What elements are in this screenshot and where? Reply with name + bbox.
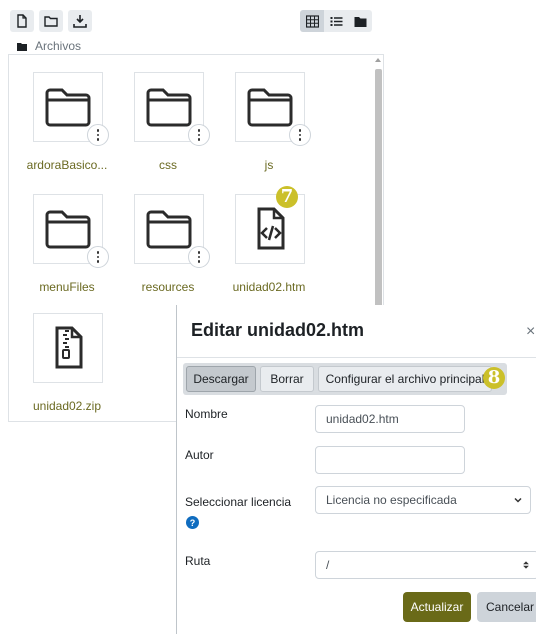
more-options-button[interactable] — [87, 246, 109, 268]
folder-icon — [45, 88, 91, 127]
folder-icon — [17, 42, 27, 51]
view-switcher — [300, 10, 372, 32]
license-select[interactable]: Licencia no especificada — [315, 486, 531, 514]
license-label: Seleccionar licencia — [185, 495, 292, 509]
file-name[interactable]: ardoraBasico... — [9, 158, 125, 172]
new-file-button[interactable] — [10, 10, 34, 32]
scroll-up-icon[interactable] — [375, 58, 381, 62]
cancel-button[interactable]: Cancelar — [477, 592, 536, 622]
zip-file-icon — [55, 326, 83, 369]
tree-view-icon — [354, 16, 366, 27]
edit-file-dialog: Editar unidad02.htm × Descargar Borrar C… — [176, 305, 536, 634]
file-manager-toolbar — [10, 10, 92, 32]
name-label: Nombre — [185, 407, 228, 421]
download-button[interactable] — [68, 10, 92, 32]
download-icon — [73, 15, 87, 28]
new-folder-icon — [44, 16, 58, 27]
folder-icon — [146, 88, 192, 127]
name-field[interactable]: unidad02.htm — [315, 405, 465, 433]
file-name[interactable]: resources — [110, 280, 226, 294]
path-label: Ruta — [185, 554, 211, 568]
new-file-icon — [17, 14, 27, 28]
grid-view-button[interactable] — [300, 10, 324, 32]
list-view-button[interactable] — [324, 10, 348, 32]
file-name[interactable]: menuFiles — [9, 280, 125, 294]
help-icon[interactable]: ? — [186, 516, 199, 529]
list-view-icon — [330, 16, 342, 26]
step-badge-7: 7 — [276, 186, 298, 208]
breadcrumb: Archivos — [17, 39, 81, 53]
download-button[interactable]: Descargar — [186, 366, 256, 392]
path-selected-value: / — [326, 558, 330, 572]
step-badge-8: 8 — [483, 367, 505, 389]
file-name[interactable]: unidad02.zip — [9, 399, 125, 413]
more-options-button[interactable] — [188, 246, 210, 268]
set-main-file-button[interactable]: Configurar el archivo principal — [318, 366, 492, 392]
more-options-button[interactable] — [289, 124, 311, 146]
close-icon[interactable]: × — [526, 323, 535, 341]
more-options-button[interactable] — [87, 124, 109, 146]
file-name[interactable]: unidad02.htm — [211, 280, 327, 294]
file-actions-bar: Descargar Borrar Configurar el archivo p… — [183, 363, 507, 395]
license-selected-value: Licencia no especificada — [326, 493, 457, 507]
file-item[interactable]: css — [120, 72, 216, 182]
breadcrumb-folder-link[interactable]: Archivos — [35, 39, 81, 53]
file-name[interactable]: js — [211, 158, 327, 172]
divider — [177, 357, 536, 358]
code-file-icon — [257, 207, 285, 250]
file-item[interactable]: unidad02.zip — [19, 313, 115, 423]
update-button[interactable]: Actualizar — [403, 592, 471, 622]
path-select[interactable]: / — [315, 551, 536, 579]
more-options-button[interactable] — [188, 124, 210, 146]
tree-view-button[interactable] — [348, 10, 372, 32]
file-item[interactable]: menuFiles — [19, 194, 115, 304]
file-item[interactable]: ardoraBasico... — [19, 72, 115, 182]
folder-icon — [146, 210, 192, 249]
file-item[interactable]: resources — [120, 194, 216, 304]
dialog-title: Editar unidad02.htm — [191, 320, 365, 340]
author-label: Autor — [185, 448, 214, 462]
author-field[interactable] — [315, 446, 465, 474]
folder-icon — [45, 210, 91, 249]
grid-view-icon — [305, 14, 319, 28]
scrollbar-thumb[interactable] — [375, 69, 382, 307]
sort-arrows-icon — [523, 561, 529, 569]
file-item[interactable]: unidad02.htm — [221, 194, 317, 304]
new-folder-button[interactable] — [39, 10, 63, 32]
file-name[interactable]: css — [110, 158, 226, 172]
delete-button[interactable]: Borrar — [260, 366, 314, 392]
chevron-down-icon — [514, 497, 522, 503]
file-item[interactable]: js — [221, 72, 317, 182]
folder-icon — [247, 88, 293, 127]
file-thumbnail[interactable] — [33, 313, 103, 383]
